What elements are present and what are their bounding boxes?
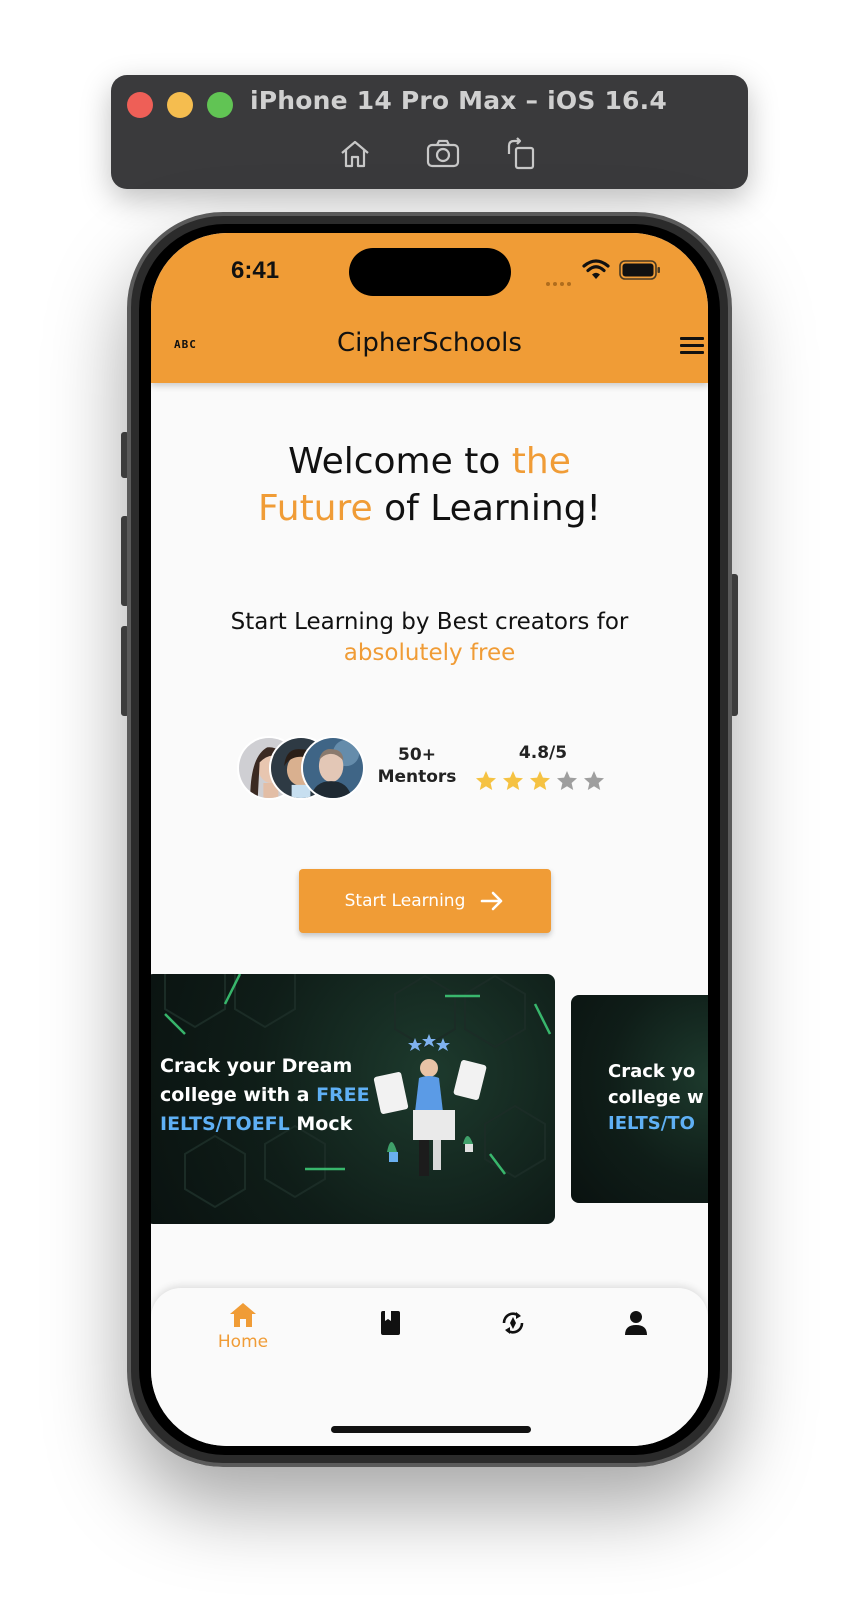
trending-icon xyxy=(502,1312,524,1334)
banner-line2-plain: college w xyxy=(608,1087,704,1108)
start-learning-label: Start Learning xyxy=(344,891,466,911)
mentors-count: 50+ xyxy=(398,745,436,765)
app-title: CipherSchools xyxy=(337,328,522,358)
rating-stars xyxy=(474,769,614,793)
hamburger-menu-icon[interactable] xyxy=(680,337,704,355)
banner-line2-plain: college with a xyxy=(160,1084,317,1106)
hero-heading: Welcome to the Future of Learning! xyxy=(151,438,708,532)
hero-line1-plain: Welcome to xyxy=(288,441,512,482)
home-icon[interactable] xyxy=(337,136,373,172)
banner-line3-accent: IELTS/TO xyxy=(608,1113,695,1134)
screenshot-icon[interactable] xyxy=(425,136,461,172)
dynamic-island xyxy=(349,248,511,296)
promo-banner[interactable]: Crack yo college w IELTS/TO xyxy=(571,995,708,1203)
mentors-stat: 50+ Mentors xyxy=(373,744,461,788)
star-empty-icon xyxy=(584,771,604,790)
star-filled-icon xyxy=(503,771,523,790)
hero-line1-accent: the xyxy=(511,441,571,482)
wifi-icon xyxy=(582,259,610,279)
banner-headline: Crack your Dream college with a FREE IEL… xyxy=(160,1052,390,1139)
banner-line3-accent: IELTS/TOEFL xyxy=(160,1113,290,1135)
battery-icon xyxy=(619,260,660,280)
nav-item-home[interactable]: Home xyxy=(198,1300,288,1352)
star-filled-icon xyxy=(476,771,496,790)
banner-line3-plain: Mock xyxy=(289,1113,353,1135)
banner-line1: Crack your Dream xyxy=(160,1055,353,1077)
signal-icon xyxy=(546,273,574,286)
banner-line2-accent: FREE xyxy=(316,1084,370,1106)
app-header: 6:41 ABC CipherSchools xyxy=(151,233,708,383)
bottom-navigation: Home xyxy=(151,1288,708,1446)
star-empty-icon xyxy=(557,771,577,790)
person-icon xyxy=(625,1311,647,1335)
star-filled-icon xyxy=(530,771,550,790)
home-indicator[interactable] xyxy=(331,1426,531,1433)
zoom-window-button[interactable] xyxy=(207,92,233,118)
hero-line2-accent: Future xyxy=(258,488,373,529)
nav-item-courses[interactable] xyxy=(345,1308,435,1338)
avatar xyxy=(301,736,365,800)
subtitle-accent: absolutely free xyxy=(343,640,516,666)
subtitle-plain: Start Learning by Best creators for xyxy=(230,609,629,635)
banner-line1: Crack yo xyxy=(608,1061,696,1082)
arrow-right-icon xyxy=(481,891,503,911)
rating-value: 4.8/5 xyxy=(518,743,568,763)
book-icon xyxy=(381,1311,400,1335)
mentors-label: Mentors xyxy=(377,767,457,787)
close-window-button[interactable] xyxy=(127,92,153,118)
banner-headline: Crack yo college w IELTS/TO xyxy=(608,1059,708,1137)
student-illustration xyxy=(373,1034,487,1176)
start-learning-button[interactable]: Start Learning xyxy=(299,869,551,933)
hero-line2-plain: of Learning! xyxy=(372,488,601,529)
home-icon xyxy=(230,1303,256,1327)
mentor-avatars xyxy=(237,736,367,802)
nav-label-home: Home xyxy=(217,1332,269,1352)
rotate-icon[interactable] xyxy=(503,136,539,172)
minimize-window-button[interactable] xyxy=(167,92,193,118)
promo-banner[interactable]: Crack your Dream college with a FREE IEL… xyxy=(151,974,555,1224)
hero-subtitle: Start Learning by Best creators for abso… xyxy=(151,607,708,669)
simulator-title: iPhone 14 Pro Max – iOS 16.4 xyxy=(250,86,667,115)
status-time: 6:41 xyxy=(231,257,280,284)
nav-item-profile[interactable] xyxy=(591,1308,681,1338)
app-screen: 6:41 ABC CipherSchools Welcome to the Fu… xyxy=(151,233,708,1446)
nav-item-trending[interactable] xyxy=(468,1308,558,1338)
